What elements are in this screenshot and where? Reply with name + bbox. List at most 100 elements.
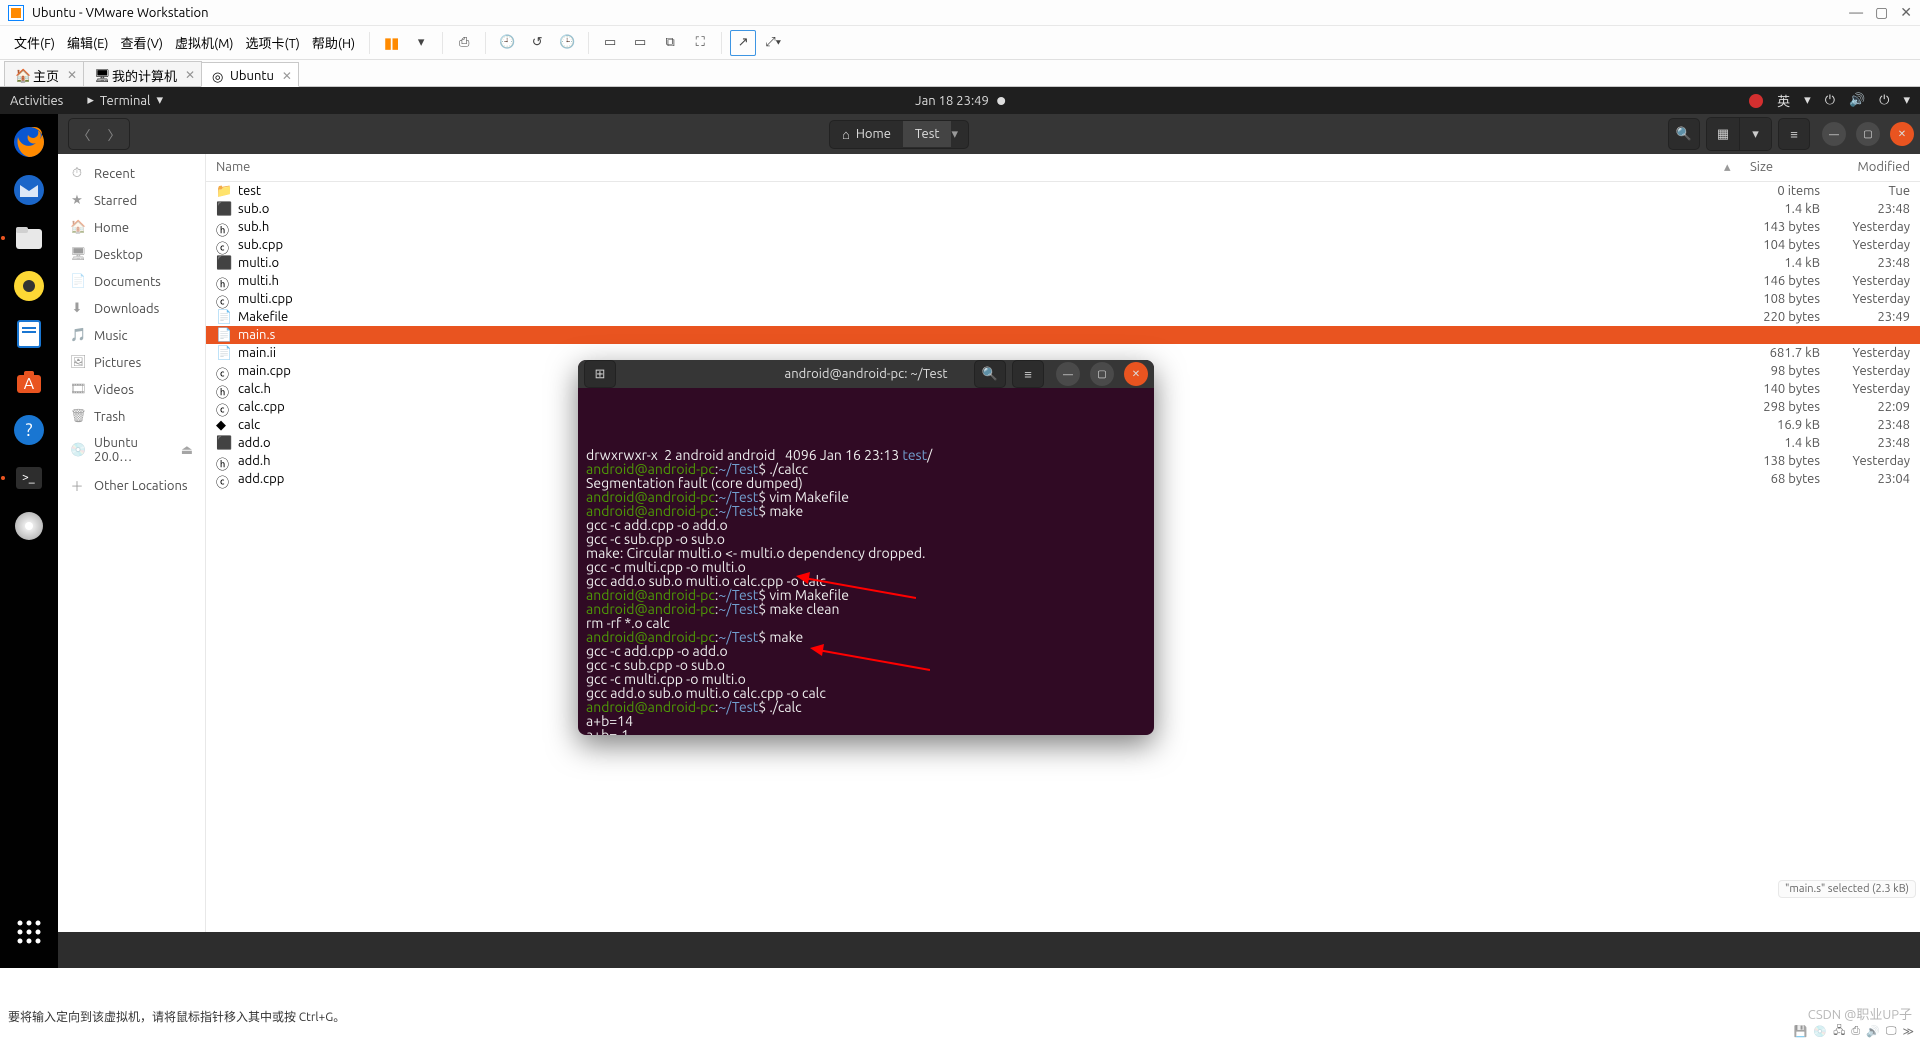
sidebar-item-documents[interactable]: 📄Documents: [58, 268, 205, 295]
view-multi-icon[interactable]: ▭: [627, 30, 653, 56]
menu-item-3[interactable]: 虚拟机(M): [169, 29, 240, 56]
network-icon[interactable]: ⏻: [1825, 93, 1835, 108]
snapshot-revert-icon[interactable]: ↺: [524, 30, 550, 56]
term-minimize[interactable]: —: [1056, 362, 1080, 386]
tray-display-icon[interactable]: 🖵: [1886, 1025, 1897, 1038]
vmware-statusbar: 要将输入定向到该虚拟机，请将鼠标指针移入其中或按 Ctrl+G。: [0, 1008, 1920, 1024]
power-icon[interactable]: ⏻: [1879, 93, 1889, 108]
file-row[interactable]: ⬛sub.o1.4 kB23:48: [206, 200, 1920, 218]
file-row[interactable]: ⓒmulti.cpp108 bytesYesterday: [206, 290, 1920, 308]
sidebar-item-videos[interactable]: 🎞Videos: [58, 376, 205, 403]
tray-disk-icon[interactable]: 💾: [1794, 1025, 1808, 1038]
pause-button[interactable]: ▮▮: [378, 30, 404, 56]
files-app[interactable]: [7, 216, 51, 260]
file-row[interactable]: 📁test0 itemsTue: [206, 182, 1920, 200]
ime-indicator[interactable]: 英: [1777, 91, 1790, 110]
snapshot-take-icon[interactable]: 🕘: [494, 30, 520, 56]
sidebar-item-starred[interactable]: ★Starred: [58, 187, 205, 214]
menu-item-2[interactable]: 查看(V): [115, 29, 169, 56]
path-caret-icon[interactable]: ▾: [951, 127, 968, 142]
term-menu-button[interactable]: ≡: [1012, 360, 1044, 388]
tab-close-icon[interactable]: ✕: [185, 68, 195, 82]
forward-button[interactable]: 〉: [99, 119, 129, 149]
close-button[interactable]: ✕: [1900, 4, 1912, 21]
col-name[interactable]: Name: [206, 154, 1724, 181]
term-maximize[interactable]: ▢: [1090, 362, 1114, 386]
sidebar-item-ubuntu 20.0…[interactable]: 💿Ubuntu 20.0…⏏: [58, 430, 205, 470]
thunderbird-app[interactable]: [7, 168, 51, 212]
tab-close-icon[interactable]: ✕: [282, 69, 292, 83]
sort-caret-icon[interactable]: ▴: [1724, 154, 1740, 181]
snapshot-manage-icon[interactable]: 🕒: [554, 30, 580, 56]
menu-item-0[interactable]: 文件(F): [8, 29, 61, 56]
menu-button[interactable]: ≡: [1778, 118, 1810, 150]
terminal-window[interactable]: ⊞ android@android-pc: ~/Test 🔍 ≡ — ▢ ✕ d…: [578, 360, 1154, 735]
file-row[interactable]: ⬛multi.o1.4 kB23:48: [206, 254, 1920, 272]
cycle-button[interactable]: ⤢▾: [760, 30, 786, 56]
tray-usb-icon[interactable]: ⎙: [1851, 1025, 1860, 1038]
tab-close-icon[interactable]: ✕: [67, 68, 77, 82]
sidebar-item-music[interactable]: 🎵Music: [58, 322, 205, 349]
nautilus-close[interactable]: ✕: [1890, 122, 1914, 146]
nautilus-minimize[interactable]: —: [1822, 122, 1846, 146]
tab-我的计算机[interactable]: 🖥我的计算机✕: [83, 61, 202, 86]
send-button[interactable]: ⎙: [451, 30, 477, 56]
view-stretch-icon[interactable]: ⛶: [687, 30, 713, 56]
clock[interactable]: Jan 18 23:49: [915, 94, 989, 108]
new-tab-button[interactable]: ⊞: [584, 360, 616, 388]
help-app[interactable]: ?: [7, 408, 51, 452]
back-button[interactable]: 〈: [69, 119, 99, 149]
menu-item-5[interactable]: 帮助(H): [306, 29, 361, 56]
menu-item-1[interactable]: 编辑(E): [61, 29, 114, 56]
activities-button[interactable]: Activities: [10, 94, 63, 108]
view-caret[interactable]: ▾: [1739, 118, 1771, 150]
rhythmbox-app[interactable]: [7, 264, 51, 308]
disc-app[interactable]: [7, 504, 51, 548]
eject-icon[interactable]: ⏏: [181, 443, 193, 458]
terminal-app[interactable]: >_: [7, 456, 51, 500]
sidebar-item-home[interactable]: 🏠Home: [58, 214, 205, 241]
app-grid-button[interactable]: [7, 910, 51, 954]
sidebar-item-downloads[interactable]: ⬇Downloads: [58, 295, 205, 322]
tray-cd-icon[interactable]: 💿: [1813, 1025, 1827, 1038]
term-close[interactable]: ✕: [1124, 362, 1148, 386]
file-row[interactable]: 📄main.s: [206, 326, 1920, 344]
maximize-button[interactable]: ▢: [1875, 4, 1888, 21]
col-modified[interactable]: Modified: [1830, 154, 1920, 181]
terminal-body[interactable]: drwxrwxr-x 2 android android 4096 Jan 16…: [578, 388, 1154, 735]
sidebar-item-trash[interactable]: 🗑Trash: [58, 403, 205, 430]
sidebar-item-other locations[interactable]: ＋Other Locations: [58, 470, 205, 501]
sidebar-item-desktop[interactable]: 🖥Desktop: [58, 241, 205, 268]
term-search-button[interactable]: 🔍: [974, 360, 1006, 388]
file-icon: 📄: [216, 328, 230, 342]
tab-Ubuntu[interactable]: ◎Ubuntu✕: [201, 62, 299, 87]
recording-icon[interactable]: [1749, 94, 1763, 108]
tray-net-icon[interactable]: 🖧: [1833, 1022, 1845, 1041]
software-app[interactable]: A: [7, 360, 51, 404]
file-row[interactable]: ⓗmulti.h146 bytesYesterday: [206, 272, 1920, 290]
col-size[interactable]: Size: [1740, 154, 1830, 181]
view-single-icon[interactable]: ▭: [597, 30, 623, 56]
fullscreen-button[interactable]: ↗: [730, 30, 756, 56]
nautilus-maximize[interactable]: ▢: [1856, 122, 1880, 146]
sidebar-item-recent[interactable]: ⏱Recent: [58, 160, 205, 187]
sidebar-item-pictures[interactable]: 🖼Pictures: [58, 349, 205, 376]
menu-item-4[interactable]: 选项卡(T): [239, 29, 305, 56]
view-grid-button[interactable]: ▦: [1707, 118, 1739, 150]
writer-app[interactable]: [7, 312, 51, 356]
file-row[interactable]: ⓒsub.cpp104 bytesYesterday: [206, 236, 1920, 254]
firefox-app[interactable]: [7, 120, 51, 164]
tray-sound-icon[interactable]: 🔊: [1866, 1025, 1880, 1038]
tab-主页[interactable]: 🏠主页✕: [4, 61, 84, 86]
system-caret-icon[interactable]: ▾: [1903, 93, 1910, 108]
file-row[interactable]: 📄Makefile220 bytes23:49: [206, 308, 1920, 326]
path-bar[interactable]: ⌂Home Test ▾: [829, 120, 969, 149]
minimize-button[interactable]: —: [1849, 4, 1863, 21]
view-unity-icon[interactable]: ⧉: [657, 30, 683, 56]
tray-more-icon[interactable]: ≫: [1902, 1025, 1914, 1038]
file-row[interactable]: ⓗsub.h143 bytesYesterday: [206, 218, 1920, 236]
app-menu[interactable]: ▸ Terminal ▾: [87, 93, 163, 108]
sound-icon[interactable]: 🔊: [1849, 93, 1865, 108]
search-button[interactable]: 🔍: [1668, 118, 1700, 150]
pause-dropdown[interactable]: ▾: [408, 30, 434, 56]
